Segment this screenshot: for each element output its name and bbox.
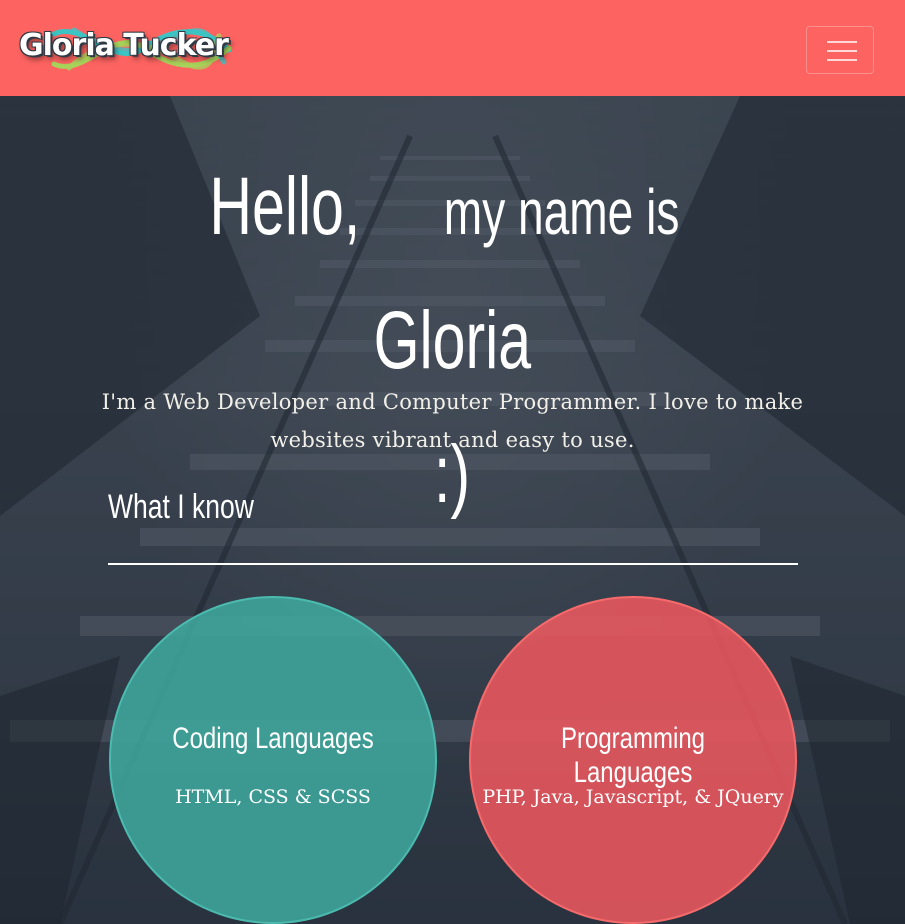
skill-card-coding: Coding Languages HTML, CSS & SCSS: [109, 596, 437, 924]
skill-list: PHP, Java, Javascript, & JQuery: [482, 786, 784, 808]
skill-title: Coding Languages: [172, 722, 374, 755]
navbar: Gloria Tucker: [0, 0, 905, 96]
logo-link[interactable]: Gloria Tucker: [14, 20, 244, 76]
skills-section-title: What I know: [108, 488, 254, 526]
hero-tagline: I'm a Web Developer and Computer Program…: [101, 390, 804, 452]
menu-toggle-button[interactable]: [806, 26, 874, 74]
greeting-middle: my name is: [443, 176, 680, 248]
logo-text: Gloria Tucker: [19, 28, 229, 63]
hamburger-menu-icon-bar: [827, 50, 857, 52]
skill-title: Programming Languages: [560, 722, 706, 789]
skill-list: HTML, CSS & SCSS: [175, 786, 371, 808]
skill-card-programming: Programming Languages PHP, Java, Javascr…: [469, 596, 797, 924]
hamburger-menu-icon-bar: [827, 59, 857, 61]
greeting-hello: Hello,: [208, 161, 360, 252]
hero-section: Hello, my name is Gloria :) I'm a Web De…: [0, 96, 905, 924]
section-divider: [108, 563, 798, 565]
hamburger-menu-icon: [827, 41, 857, 43]
